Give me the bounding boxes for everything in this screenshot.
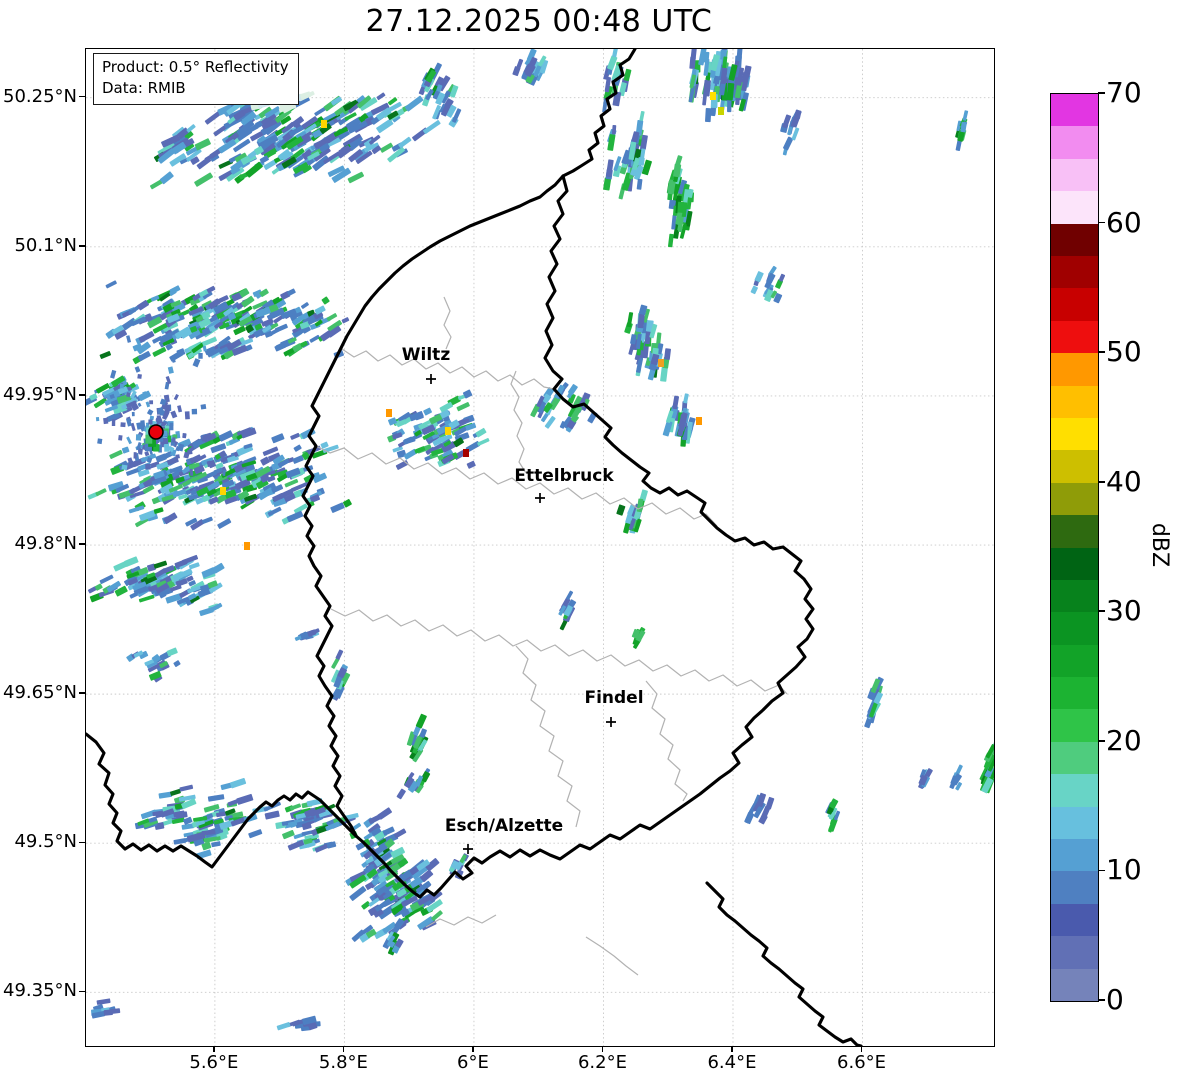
colorbar-band <box>1051 482 1098 515</box>
colorbar-tick-mark <box>1098 222 1105 224</box>
radar-map-canvas <box>86 49 994 1046</box>
city-marker-icon <box>535 493 545 503</box>
lat-tick-mark <box>79 842 85 843</box>
lon-tick-label: 5.8°E <box>288 1052 398 1073</box>
city-label: Findel <box>584 688 643 708</box>
country-borders <box>86 49 861 1046</box>
lat-tick-label: 49.95°N <box>0 384 77 406</box>
lat-tick-mark <box>79 991 85 992</box>
lon-tick-label: 6.2°E <box>547 1052 657 1073</box>
colorbar-band <box>1051 256 1098 289</box>
lat-tick-label: 49.65°N <box>0 682 77 704</box>
lat-tick-label: 50.1°N <box>0 235 77 257</box>
page-title: 27.12.2025 00:48 UTC <box>85 4 993 39</box>
lon-tick-mark <box>602 1046 603 1052</box>
lat-tick-mark <box>79 394 85 395</box>
colorbar-band <box>1051 579 1098 612</box>
colorbar-band <box>1051 968 1098 1001</box>
colorbar-band <box>1051 320 1098 353</box>
colorbar-band <box>1051 191 1098 224</box>
colorbar-tick-label: 50 <box>1106 335 1142 369</box>
colorbar-tick-label: 60 <box>1106 206 1142 240</box>
colorbar-band <box>1051 612 1098 645</box>
city-label: Ettelbruck <box>514 466 613 486</box>
colorbar-band <box>1051 936 1098 969</box>
colorbar-band <box>1051 644 1098 677</box>
lon-tick-label: 6.6°E <box>807 1052 917 1073</box>
colorbar-band <box>1051 677 1098 710</box>
product-info-box: Product: 0.5° Reflectivity Data: RMIB <box>93 53 299 105</box>
colorbar-tick-mark <box>1098 351 1105 353</box>
colorbar-band <box>1051 94 1098 127</box>
lat-tick-mark <box>79 96 85 97</box>
colorbar-tick-mark <box>1098 740 1105 742</box>
lat-tick-mark <box>79 543 85 544</box>
colorbar-band <box>1051 839 1098 872</box>
product-line: Product: 0.5° Reflectivity <box>102 57 289 78</box>
colorbar-band <box>1051 709 1098 742</box>
map-plot-area: Product: 0.5° Reflectivity Data: RMIB Wi… <box>85 48 995 1047</box>
lon-tick-mark <box>213 1046 214 1052</box>
colorbar-band <box>1051 741 1098 774</box>
city-label: Esch/Alzette <box>445 816 563 836</box>
lat-tick-label: 49.35°N <box>0 980 77 1002</box>
lon-tick-mark <box>731 1046 732 1052</box>
colorbar-band <box>1051 774 1098 807</box>
radar-app-window: 27.12.2025 00:48 UTC Product: 0.5° Refle… <box>0 0 1184 1081</box>
lat-tick-mark <box>79 692 85 693</box>
colorbar-band <box>1051 353 1098 386</box>
colorbar-band <box>1051 806 1098 839</box>
lat-tick-label: 49.5°N <box>0 831 77 853</box>
colorbar-tick-mark <box>1098 870 1105 872</box>
lat-tick-label: 49.8°N <box>0 533 77 555</box>
lon-tick-mark <box>861 1046 862 1052</box>
colorbar-tick-label: 0 <box>1106 983 1124 1017</box>
colorbar-tick-label: 40 <box>1106 465 1142 499</box>
lon-tick-label: 6°E <box>418 1052 528 1073</box>
lon-tick-label: 6.4°E <box>677 1052 787 1073</box>
colorbar-band <box>1051 903 1098 936</box>
colorbar-band <box>1051 126 1098 159</box>
colorbar-band <box>1051 223 1098 256</box>
colorbar-tick-mark <box>1098 999 1105 1001</box>
colorbar-band <box>1051 417 1098 450</box>
radar-site-dot <box>149 425 163 439</box>
colorbar-axis-label: dBZ <box>1146 510 1172 580</box>
city-marker-icon <box>426 374 436 384</box>
colorbar-tick-label: 70 <box>1106 76 1142 110</box>
colorbar-band <box>1051 547 1098 580</box>
colorbar-band <box>1051 158 1098 191</box>
colorbar-tick-mark <box>1098 92 1105 94</box>
lat-tick-mark <box>79 245 85 246</box>
colorbar-band <box>1051 450 1098 483</box>
colorbar-tick-label: 30 <box>1106 594 1142 628</box>
colorbar-tick-label: 20 <box>1106 724 1142 758</box>
colorbar-band <box>1051 871 1098 904</box>
colorbar-band <box>1051 515 1098 548</box>
colorbar-tick-mark <box>1098 481 1105 483</box>
colorbar-band <box>1051 288 1098 321</box>
lon-tick-mark <box>343 1046 344 1052</box>
colorbar-band <box>1051 385 1098 418</box>
lon-tick-label: 5.6°E <box>159 1052 269 1073</box>
city-label: Wiltz <box>402 345 450 365</box>
lat-tick-label: 50.25°N <box>0 86 77 108</box>
colorbar-tick-label: 10 <box>1106 853 1142 887</box>
city-marker-icon <box>606 717 616 727</box>
lon-tick-mark <box>472 1046 473 1052</box>
colorbar <box>1050 93 1099 1002</box>
data-source-line: Data: RMIB <box>102 78 289 99</box>
colorbar-bands <box>1051 94 1098 1001</box>
colorbar-tick-mark <box>1098 610 1105 612</box>
city-marker-icon <box>463 844 473 854</box>
